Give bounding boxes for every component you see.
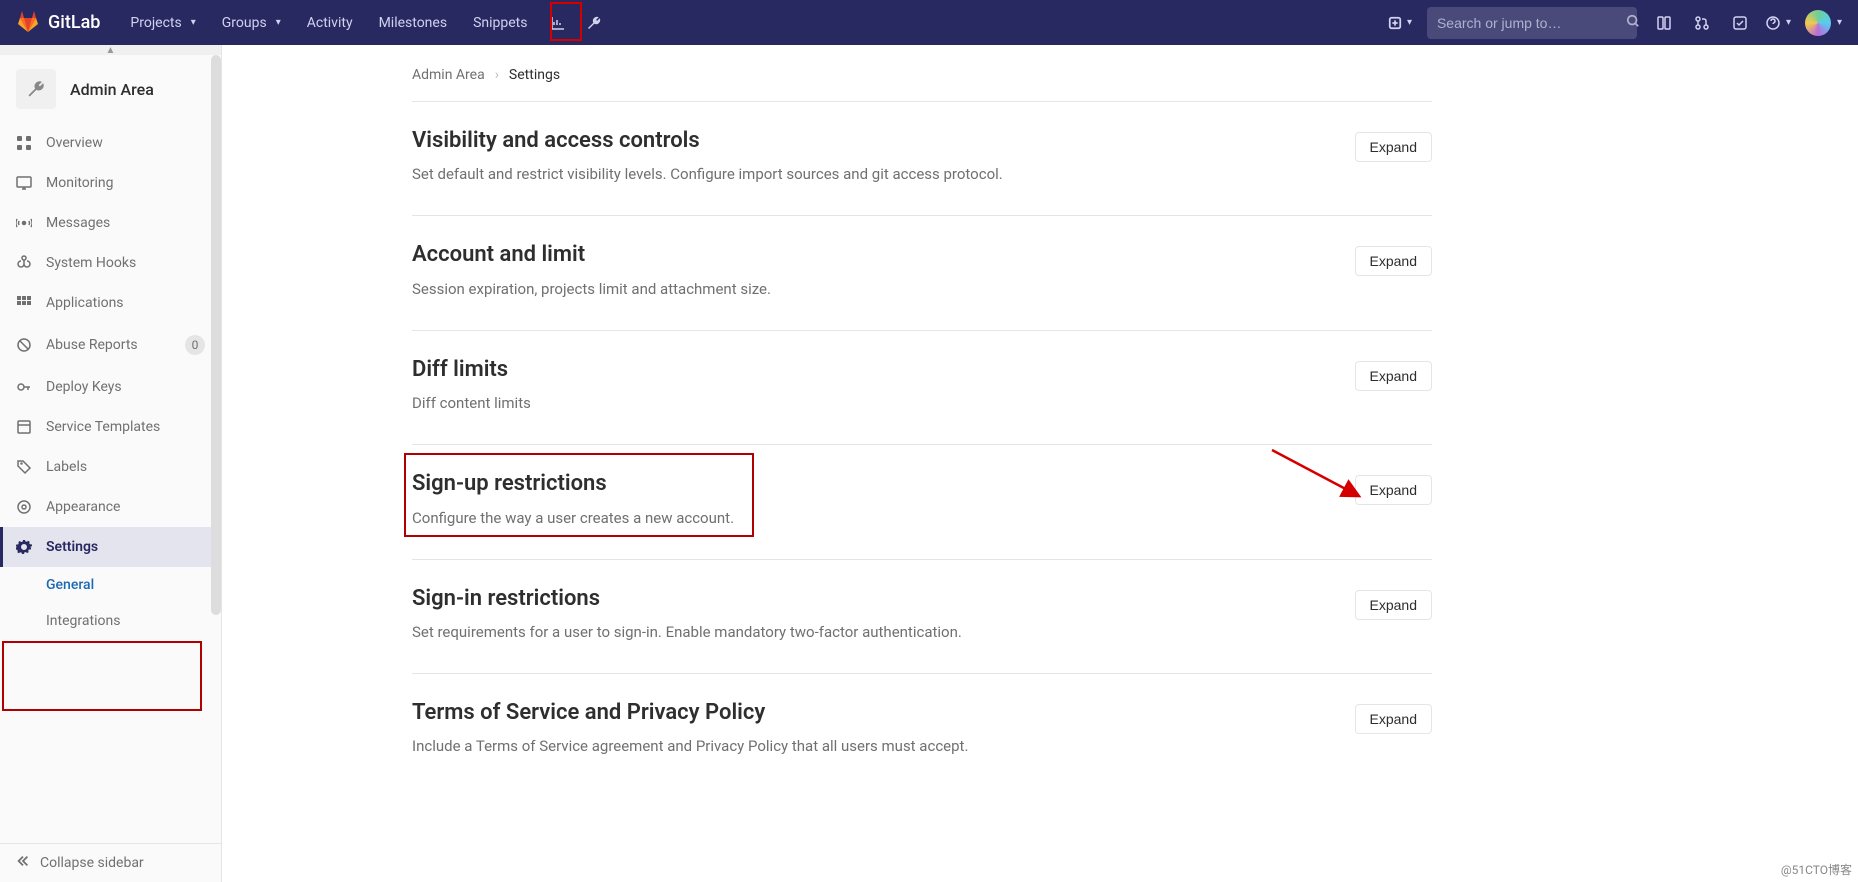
sidebar-scrollbar[interactable] [211,55,221,615]
section-title: Diff limits [412,357,1355,383]
search-input[interactable] [1437,15,1618,31]
user-avatar[interactable] [1805,10,1831,36]
section-signup-restrictions: Sign-up restrictions Configure the way a… [412,444,1432,558]
breadcrumb-root[interactable]: Admin Area [412,67,485,83]
overview-icon [16,135,32,151]
template-icon [16,419,32,435]
sidebar-context-header[interactable]: Admin Area [0,55,221,123]
sidebar-item-deploy-keys[interactable]: Deploy Keys [0,367,221,407]
nav-help-icon[interactable]: ▾ [1761,0,1795,45]
nav-admin-wrench-icon[interactable] [577,0,611,45]
key-icon [16,379,32,395]
chevron-right-icon: › [495,67,499,83]
sidebar-item-overview[interactable]: Overview [0,123,221,163]
sidebar-subitem-general[interactable]: General [0,567,221,603]
wrench-icon [16,69,56,109]
nav-todos-icon[interactable] [1723,0,1757,45]
sidebar-item-applications[interactable]: Applications [0,283,221,323]
sidebar-collapse-button[interactable]: Collapse sidebar [0,843,221,882]
sidebar-nav: Overview Monitoring Messages System Hook… [0,123,221,843]
sidebar-subitem-integrations[interactable]: Integrations [0,603,221,639]
sidebar-item-settings[interactable]: Settings [0,527,221,567]
sidebar-scroll-up[interactable]: ▲ [0,45,221,55]
chevron-double-left-icon [16,854,30,872]
broadcast-icon [16,215,32,231]
chevron-down-icon: ▾ [191,17,196,28]
section-account-limit: Account and limit Session expiration, pr… [412,215,1432,329]
nav-primary: Projects▾ Groups▾ Activity Milestones Sn… [118,0,611,45]
sidebar-title: Admin Area [70,80,154,99]
section-terms: Terms of Service and Privacy Policy Incl… [412,673,1432,757]
badge-count: 0 [185,335,205,355]
nav-issues-icon[interactable] [1647,0,1681,45]
section-title: Sign-in restrictions [412,586,1355,612]
section-title: Account and limit [412,242,1355,268]
breadcrumb-current: Settings [509,67,560,83]
watermark: @51CTO博客 [1781,861,1852,878]
chevron-down-icon: ▾ [1837,17,1842,28]
monitor-icon [16,175,32,191]
section-visibility: Visibility and access controls Set defau… [412,101,1432,215]
nav-activity[interactable]: Activity [295,0,365,45]
section-diff-limits: Diff limits Diff content limits Expand [412,330,1432,444]
page-layout: ▲ Admin Area Overview Monitoring Message… [0,45,1858,882]
labels-icon [16,459,32,475]
nav-merge-requests-icon[interactable] [1685,0,1719,45]
sidebar-item-messages[interactable]: Messages [0,203,221,243]
nav-snippets[interactable]: Snippets [461,0,539,45]
expand-button[interactable]: Expand [1355,361,1432,391]
brand[interactable]: GitLab [16,9,100,37]
sidebar-item-labels[interactable]: Labels [0,447,221,487]
nav-projects[interactable]: Projects▾ [118,0,207,45]
brand-name: GitLab [48,12,100,33]
expand-button[interactable]: Expand [1355,590,1432,620]
section-desc: Include a Terms of Service agreement and… [412,736,1355,757]
section-desc: Set default and restrict visibility leve… [412,164,1355,185]
section-title: Visibility and access controls [412,128,1355,154]
nav-milestones[interactable]: Milestones [367,0,460,45]
sidebar: ▲ Admin Area Overview Monitoring Message… [0,45,222,882]
section-desc: Set requirements for a user to sign-in. … [412,622,1355,643]
search-box[interactable] [1427,7,1637,39]
expand-button[interactable]: Expand [1355,246,1432,276]
abuse-icon [16,337,32,353]
expand-button[interactable]: Expand [1355,132,1432,162]
nav-groups[interactable]: Groups▾ [210,0,293,45]
nav-plus-button[interactable]: ▾ [1383,0,1417,45]
section-signin-restrictions: Sign-in restrictions Set requirements fo… [412,559,1432,673]
chevron-down-icon: ▾ [276,17,281,28]
section-desc: Diff content limits [412,393,1355,414]
apps-icon [16,295,32,311]
top-navbar: GitLab Projects▾ Groups▾ Activity Milest… [0,0,1858,45]
appearance-icon [16,499,32,515]
sidebar-item-appearance[interactable]: Appearance [0,487,221,527]
hook-icon [16,255,32,271]
nav-analytics-icon[interactable] [541,0,575,45]
sidebar-item-monitoring[interactable]: Monitoring [0,163,221,203]
nav-right: ▾ ▾ ▾ [1383,0,1842,45]
sidebar-item-abuse-reports[interactable]: Abuse Reports0 [0,323,221,367]
gear-icon [16,539,32,555]
expand-button[interactable]: Expand [1355,475,1432,505]
sidebar-item-system-hooks[interactable]: System Hooks [0,243,221,283]
gitlab-logo-icon [16,9,40,37]
section-desc: Configure the way a user creates a new a… [412,508,1355,529]
search-icon [1626,14,1640,32]
expand-button[interactable]: Expand [1355,704,1432,734]
section-desc: Session expiration, projects limit and a… [412,279,1355,300]
main-content: Admin Area › Settings Visibility and acc… [222,45,1858,882]
section-title: Terms of Service and Privacy Policy [412,700,1355,726]
chevron-down-icon: ▾ [1786,17,1791,28]
chevron-down-icon: ▾ [1407,17,1412,28]
section-title: Sign-up restrictions [412,471,1355,497]
breadcrumb: Admin Area › Settings [412,67,1432,101]
sidebar-item-service-templates[interactable]: Service Templates [0,407,221,447]
